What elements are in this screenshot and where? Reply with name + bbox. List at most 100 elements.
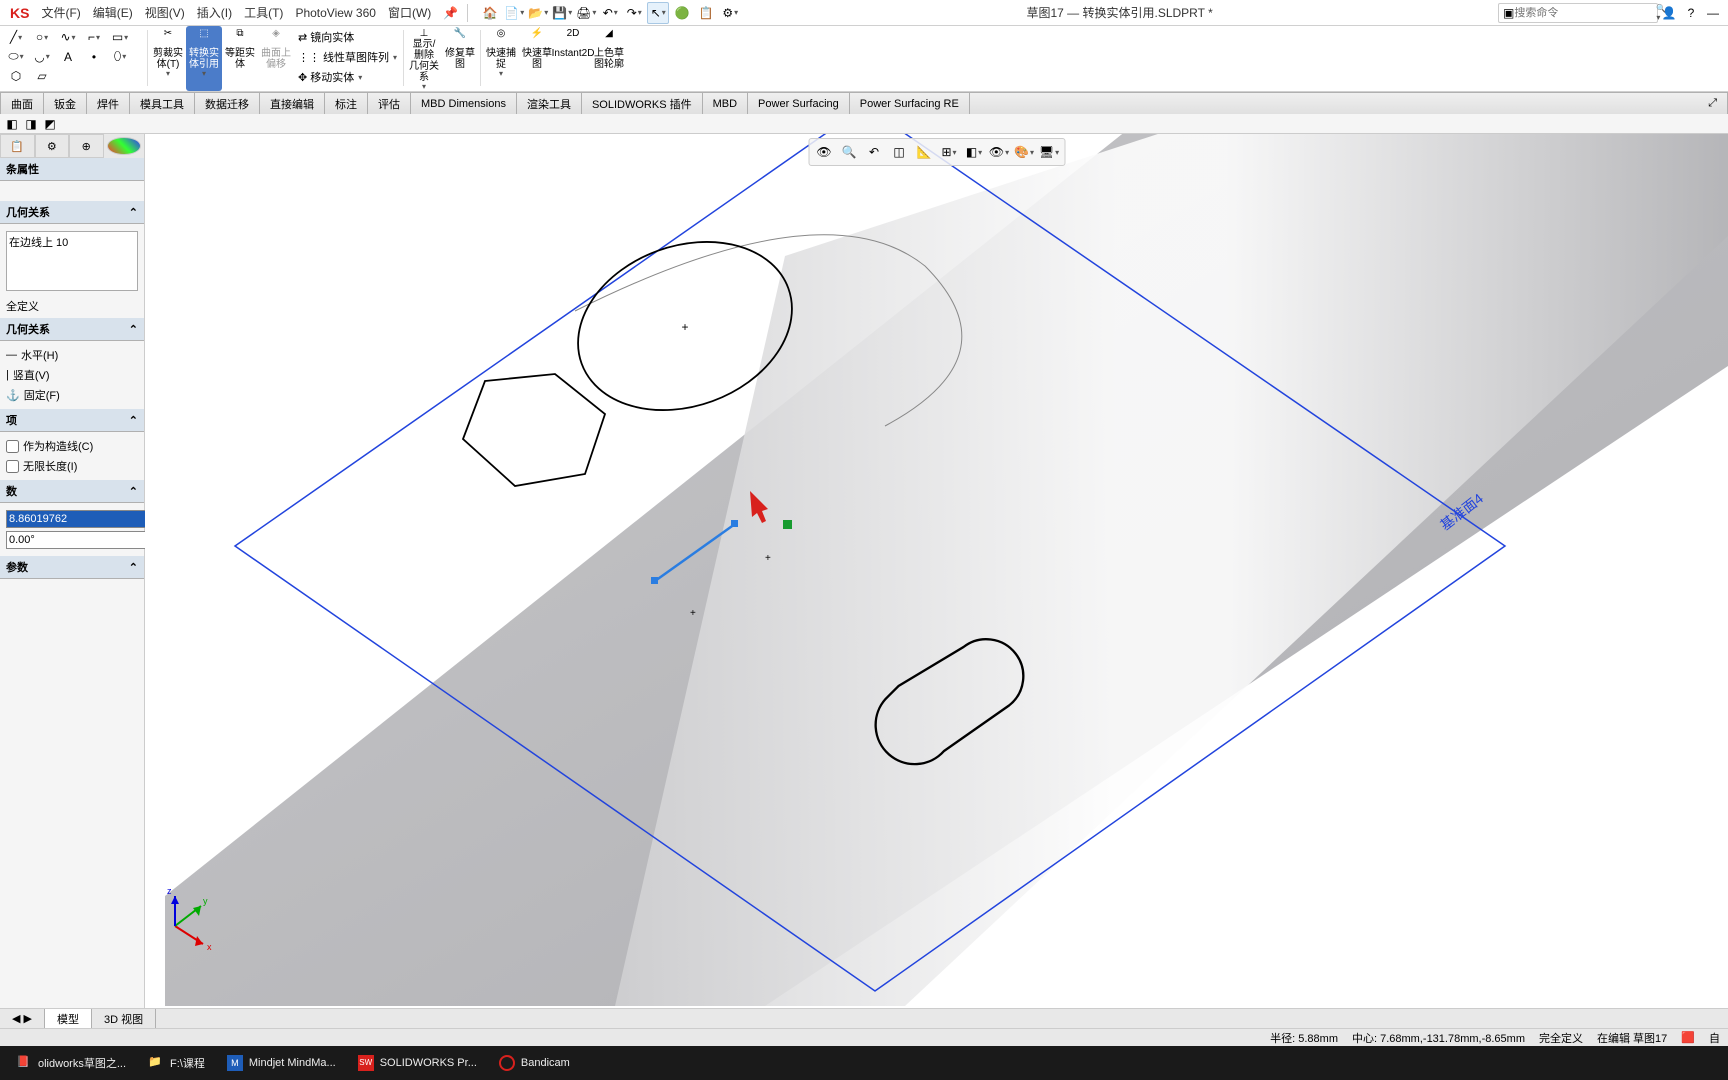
- panel-tab-appearance[interactable]: [107, 137, 142, 155]
- infinite-length-checkbox[interactable]: [6, 460, 19, 473]
- ellipse-icon[interactable]: ⬯▾: [108, 50, 132, 64]
- menu-tools[interactable]: 工具(T): [238, 4, 289, 21]
- fillet-icon[interactable]: ⌐▾: [82, 30, 106, 44]
- more-params-header[interactable]: 参数⌃: [0, 556, 144, 579]
- prev-view-icon[interactable]: ↶: [863, 141, 885, 163]
- file-props-icon[interactable]: 📋: [695, 2, 717, 24]
- param-angle-input[interactable]: [6, 531, 154, 549]
- tab-power-surfacing[interactable]: Power Surfacing: [748, 92, 850, 114]
- quick-snap-button[interactable]: ◎快速捕 捉▾: [483, 26, 519, 91]
- tab-sheetmetal[interactable]: 钣金: [44, 92, 87, 114]
- tab-mbd[interactable]: MBD: [703, 92, 748, 114]
- slot-icon[interactable]: ⬭▾: [4, 50, 28, 64]
- tab-power-surfacing-re[interactable]: Power Surfacing RE: [850, 92, 970, 114]
- rectangle-icon[interactable]: ▭▾: [108, 30, 132, 44]
- zoom-fit-icon[interactable]: 👁: [813, 141, 835, 163]
- plane-icon[interactable]: ▱: [30, 69, 54, 83]
- spline-icon[interactable]: ∿▾: [56, 30, 80, 44]
- print-icon[interactable]: 🖨▾: [575, 2, 597, 24]
- tab-direct-edit[interactable]: 直接编辑: [260, 92, 325, 114]
- circle-icon[interactable]: ○▾: [30, 30, 54, 44]
- menu-pin-icon[interactable]: 📌: [437, 6, 464, 20]
- tab-surface[interactable]: 曲面: [0, 92, 44, 114]
- tab-expand-icon[interactable]: ⤢: [1698, 92, 1728, 114]
- menu-view[interactable]: 视图(V): [139, 4, 191, 21]
- task-explorer[interactable]: 📁F:\课程: [138, 1048, 215, 1078]
- tab-model[interactable]: 模型: [45, 1009, 92, 1028]
- display-relations-button[interactable]: ⊥显示/删除 几何关系▾: [406, 26, 442, 91]
- select-icon[interactable]: ↖▾: [647, 2, 669, 24]
- scene-icon[interactable]: 🖥▾: [1038, 141, 1060, 163]
- status-suffix[interactable]: 自: [1709, 1030, 1720, 1046]
- tree-icon1[interactable]: ◧: [4, 116, 20, 132]
- task-solidworks[interactable]: SWSOLIDWORKS Pr...: [348, 1048, 487, 1078]
- command-search[interactable]: ▣ 🔍▾: [1498, 3, 1658, 23]
- instant2d-button[interactable]: 2DInstant2D: [555, 26, 591, 91]
- search-input[interactable]: [1514, 7, 1656, 19]
- repair-sketch-button[interactable]: 🔧修复草 图: [442, 26, 478, 91]
- panel-tab-tree[interactable]: 📋: [0, 134, 35, 158]
- tab-mold[interactable]: 模具工具: [130, 92, 195, 114]
- menu-file[interactable]: 文件(F): [35, 4, 86, 21]
- zoom-area-icon[interactable]: 🔍: [838, 141, 860, 163]
- orientation-icon[interactable]: ⊞▾: [938, 141, 960, 163]
- line-icon[interactable]: ╱▾: [4, 30, 28, 44]
- save-icon[interactable]: 💾▾: [551, 2, 573, 24]
- tree-icon3[interactable]: ◩: [42, 116, 58, 132]
- panel-tab-config[interactable]: ⊕: [69, 134, 104, 158]
- rapid-sketch-button[interactable]: ⚡快速草 图: [519, 26, 555, 91]
- surface-offset-button[interactable]: ◈曲面上 偏移: [258, 26, 294, 91]
- params-header[interactable]: 数⌃: [0, 480, 144, 503]
- task-solidworks-doc[interactable]: 📕olidworks草图之...: [6, 1048, 136, 1078]
- point-icon[interactable]: •: [82, 50, 106, 64]
- shaded-sketch-button[interactable]: ◢上色草 图轮廓: [591, 26, 627, 91]
- trim-button[interactable]: ✂剪裁实 体(T)▾: [150, 26, 186, 91]
- convert-entities-button[interactable]: ⬚转换实 体引用▾: [186, 26, 222, 91]
- rel-vertical[interactable]: | 竖直(V): [6, 365, 138, 385]
- appearance-icon[interactable]: 🎨▾: [1013, 141, 1035, 163]
- open-icon[interactable]: 📂▾: [527, 2, 549, 24]
- undo-icon[interactable]: ↶▾: [599, 2, 621, 24]
- arc-icon[interactable]: ◡▾: [30, 50, 54, 64]
- help-icon[interactable]: ?: [1680, 2, 1702, 24]
- menu-window[interactable]: 窗口(W): [382, 4, 437, 21]
- rel-horizontal[interactable]: — 水平(H): [6, 345, 138, 365]
- task-bandicam[interactable]: Bandicam: [489, 1048, 580, 1078]
- polygon-icon[interactable]: ⬡: [4, 69, 28, 83]
- user-icon[interactable]: 👤: [1658, 2, 1680, 24]
- menu-photoview[interactable]: PhotoView 360: [289, 6, 382, 20]
- dynamic-annot-icon[interactable]: 📐: [913, 141, 935, 163]
- tab-sw-addins[interactable]: SOLIDWORKS 插件: [582, 92, 703, 114]
- text-icon[interactable]: A: [56, 50, 80, 64]
- add-relations-header[interactable]: 几何关系⌃: [0, 318, 144, 341]
- tab-mbd-dims[interactable]: MBD Dimensions: [411, 92, 517, 114]
- tab-annotate[interactable]: 标注: [325, 92, 368, 114]
- tree-icon2[interactable]: ◨: [23, 116, 39, 132]
- new-icon[interactable]: 📄▾: [503, 2, 525, 24]
- graphics-viewport[interactable]: 👁 🔍 ↶ ◫ 📐 ⊞▾ ◧▾ 👁▾ 🎨▾ 🖥▾: [145, 134, 1728, 1008]
- options-icon[interactable]: ⚙▾: [719, 2, 741, 24]
- offset-button[interactable]: ⧉等距实 体: [222, 26, 258, 91]
- menu-insert[interactable]: 插入(I): [191, 4, 238, 21]
- hide-show-icon[interactable]: 👁▾: [988, 141, 1010, 163]
- home-icon[interactable]: 🏠: [479, 2, 501, 24]
- relations-header[interactable]: 几何关系⌃: [0, 201, 144, 224]
- display-style-icon[interactable]: ◧▾: [963, 141, 985, 163]
- tab-3d-view[interactable]: 3D 视图: [92, 1009, 156, 1028]
- minimize-icon[interactable]: —: [1702, 2, 1724, 24]
- linear-pattern-button[interactable]: ⋮⋮ 线性草图阵列▾: [296, 48, 399, 66]
- redo-icon[interactable]: ↷▾: [623, 2, 645, 24]
- tab-weldments[interactable]: 焊件: [87, 92, 130, 114]
- tab-render[interactable]: 渲染工具: [517, 92, 582, 114]
- options-header[interactable]: 项⌃: [0, 409, 144, 432]
- rebuild-icon[interactable]: 🟢: [671, 2, 693, 24]
- move-button[interactable]: ✥ 移动实体▾: [296, 68, 399, 86]
- tab-data-migration[interactable]: 数据迁移: [195, 92, 260, 114]
- menu-edit[interactable]: 编辑(E): [87, 4, 139, 21]
- tab-evaluate[interactable]: 评估: [368, 92, 411, 114]
- task-mindjet[interactable]: MMindjet MindMa...: [217, 1048, 346, 1078]
- mirror-button[interactable]: ⇄ 镜向实体: [296, 28, 399, 46]
- section-view-icon[interactable]: ◫: [888, 141, 910, 163]
- rel-fix[interactable]: ⚓ 固定(F): [6, 385, 138, 405]
- panel-tab-prop[interactable]: ⚙: [35, 134, 70, 158]
